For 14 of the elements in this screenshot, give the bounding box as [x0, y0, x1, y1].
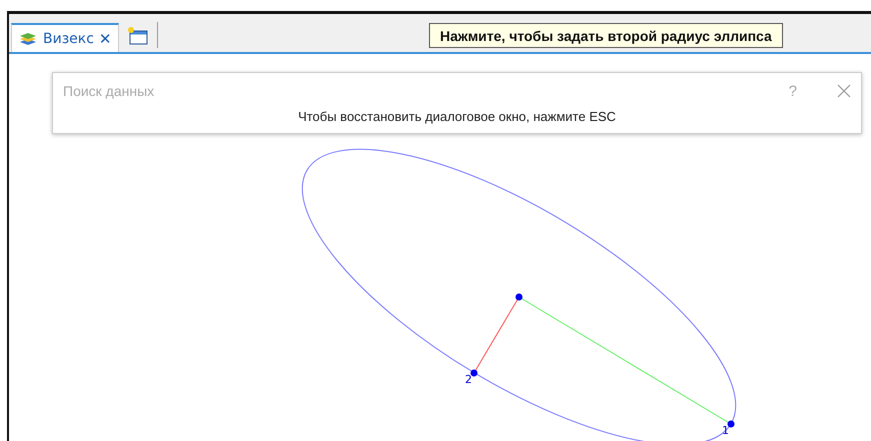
point-label: 1	[722, 424, 729, 437]
tab-close[interactable]: ✕	[98, 30, 112, 48]
new-window-icon[interactable]	[126, 26, 148, 46]
tab[interactable]: Визекс ✕	[11, 23, 118, 52]
point	[728, 420, 734, 428]
point-label: 2	[465, 373, 472, 386]
center-point	[516, 294, 522, 300]
tab-label: Визекс	[43, 30, 94, 46]
tooltip: Нажмите, чтобы задать второй радиус эллипса	[429, 23, 783, 48]
dialog-title: Поиск данных	[63, 83, 156, 99]
point	[470, 370, 478, 376]
close-button[interactable]	[837, 84, 851, 98]
dialog-message: Чтобы восстановить диалоговое окно, нажмите ESC	[298, 109, 616, 124]
layers-icon	[18, 30, 38, 46]
